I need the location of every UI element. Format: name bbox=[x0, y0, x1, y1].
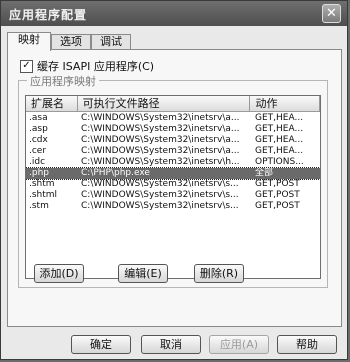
list-item-selected[interactable]: .php C:\PHP\php.exe 全部 bbox=[26, 167, 320, 180]
cell-extension: .cdx bbox=[29, 135, 48, 145]
list-item[interactable]: .stm C:\WINDOWS\System32\inetsrv\s... GET,… bbox=[26, 201, 320, 212]
column-header-verbs[interactable]: 动作 bbox=[250, 96, 320, 112]
cell-path: C:\WINDOWS\System32\inetsrv\a... bbox=[81, 113, 240, 123]
cancel-button[interactable]: 取消 bbox=[141, 335, 201, 354]
app-mappings-group: 应用程序映射 扩展名 可执行文件路径 动作 .asa C:\WINDOWS\Sys… bbox=[18, 73, 328, 288]
window-title: 应用程序配置 bbox=[9, 8, 88, 22]
cell-extension: .shtm bbox=[29, 179, 55, 189]
mappings-list[interactable]: 扩展名 可执行文件路径 动作 .asa C:\WINDOWS\System32\i… bbox=[25, 95, 321, 279]
tab-mappings[interactable]: 映射 bbox=[7, 32, 51, 51]
cell-path: C:\WINDOWS\System32\inetsrv\s... bbox=[81, 190, 239, 200]
cell-verbs: 全部 bbox=[255, 168, 274, 178]
cache-isapi-label[interactable]: 缓存 ISAPI 应用程序(C) bbox=[37, 58, 154, 74]
cell-verbs: GET,HEA... bbox=[255, 113, 304, 123]
list-item[interactable]: .cdx C:\WINDOWS\System32\inetsrv\a... GET,… bbox=[26, 135, 320, 146]
mappings-panel: ✓ 缓存 ISAPI 应用程序(C) 应用程序映射 扩展名 可执行文件路径 动作… bbox=[7, 49, 342, 327]
list-rows: .asa C:\WINDOWS\System32\inetsrv\a... GET,… bbox=[26, 113, 320, 212]
cell-path: C:\WINDOWS\System32\inetsrv\a... bbox=[81, 146, 240, 156]
list-item[interactable]: .cer C:\WINDOWS\System32\inetsrv\a... GET,… bbox=[26, 146, 320, 157]
help-button[interactable]: 帮助 bbox=[277, 335, 337, 354]
apply-button[interactable]: 应用(A) bbox=[209, 335, 269, 354]
cell-verbs: GET,HEA... bbox=[255, 124, 304, 134]
close-button[interactable]: ✕ bbox=[322, 4, 341, 23]
cell-extension: .shtml bbox=[29, 190, 58, 200]
close-icon: ✕ bbox=[326, 6, 337, 21]
tab-options-label: 选项 bbox=[60, 35, 82, 48]
list-item[interactable]: .shtml C:\WINDOWS\System32\inetsrv\s... GE… bbox=[26, 190, 320, 201]
tab-debug-label: 调试 bbox=[100, 35, 122, 48]
group-label: 应用程序映射 bbox=[27, 73, 99, 89]
remove-button[interactable]: 删除(R) bbox=[194, 264, 244, 283]
cell-extension: .asp bbox=[29, 124, 48, 134]
list-header: 扩展名 可执行文件路径 动作 bbox=[26, 96, 320, 112]
cell-verbs: GET,POST bbox=[255, 179, 300, 189]
list-item[interactable]: .idc C:\WINDOWS\System32\inetsrv\h... OPTI… bbox=[26, 157, 320, 168]
cell-extension: .php bbox=[29, 168, 49, 178]
list-item[interactable]: .asp C:\WINDOWS\System32\inetsrv\a... GET,… bbox=[26, 124, 320, 135]
cache-isapi-checkbox[interactable]: ✓ bbox=[20, 59, 33, 73]
tab-debug[interactable]: 调试 bbox=[91, 34, 131, 50]
cell-verbs: GET,POST bbox=[255, 190, 300, 200]
list-item[interactable]: .asa C:\WINDOWS\System32\inetsrv\a... GET,… bbox=[26, 113, 320, 124]
edit-button[interactable]: 编辑(E) bbox=[118, 264, 168, 283]
cell-verbs: GET,HEA... bbox=[255, 146, 304, 156]
cell-extension: .idc bbox=[29, 157, 46, 167]
tab-mappings-label: 映射 bbox=[18, 33, 40, 46]
tab-options[interactable]: 选项 bbox=[51, 34, 91, 50]
cell-verbs: OPTIONS... bbox=[255, 157, 304, 167]
cache-isapi-row[interactable]: ✓ 缓存 ISAPI 应用程序(C) bbox=[20, 58, 154, 74]
cell-verbs: GET,POST bbox=[255, 201, 300, 211]
cell-extension: .asa bbox=[29, 113, 48, 123]
cell-path: C:\WINDOWS\System32\inetsrv\s... bbox=[81, 201, 239, 211]
cell-path: C:\PHP\php.exe bbox=[81, 168, 150, 178]
cell-extension: .cer bbox=[29, 146, 47, 156]
cell-verbs: GET,HEA... bbox=[255, 135, 304, 145]
list-item[interactable]: .shtm C:\WINDOWS\System32\inetsrv\s... GET… bbox=[26, 179, 320, 190]
cell-path: C:\WINDOWS\System32\inetsrv\a... bbox=[81, 124, 240, 134]
add-button[interactable]: 添加(D) bbox=[34, 264, 84, 283]
cell-path: C:\WINDOWS\System32\inetsrv\s... bbox=[81, 179, 239, 189]
column-header-path[interactable]: 可执行文件路径 bbox=[77, 96, 251, 112]
ok-button[interactable]: 确定 bbox=[71, 335, 131, 354]
cell-path: C:\WINDOWS\System32\inetsrv\h... bbox=[81, 157, 240, 167]
title-bar[interactable]: 应用程序配置 ✕ bbox=[1, 1, 347, 26]
cell-extension: .stm bbox=[29, 201, 49, 211]
column-header-extension[interactable]: 扩展名 bbox=[26, 96, 78, 112]
cell-path: C:\WINDOWS\System32\inetsrv\a... bbox=[81, 135, 240, 145]
app-config-dialog: 应用程序配置 ✕ 映射 选项 调试 ✓ 缓存 ISAPI 应用程序(C) 应用程… bbox=[0, 0, 348, 360]
